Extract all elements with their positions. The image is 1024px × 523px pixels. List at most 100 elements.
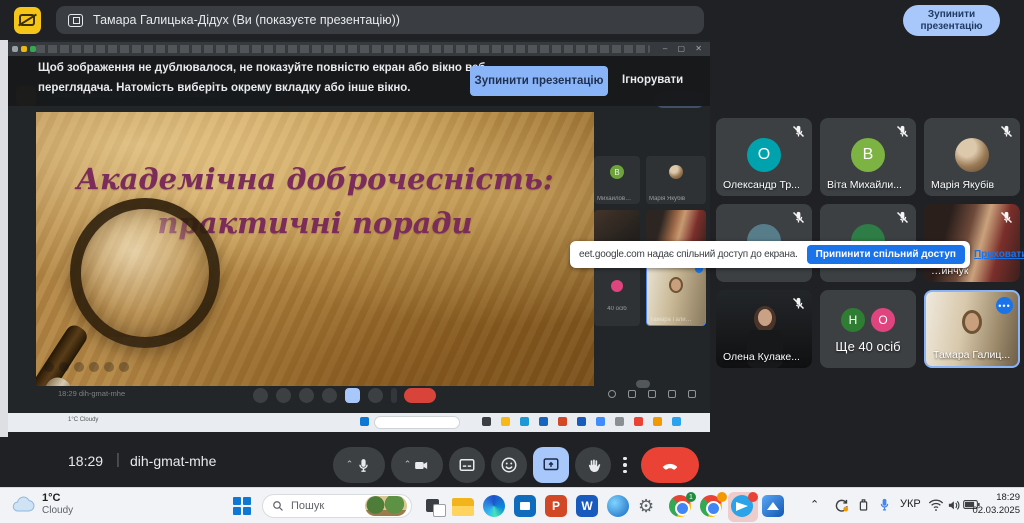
language-indicator[interactable]: УКР [900,498,921,510]
speaker-tray-icon[interactable] [947,498,962,512]
search-box[interactable]: Пошук [262,494,412,518]
stop-sharing-button[interactable]: Припинити спільний доступ [807,245,965,264]
wifi-tray-icon[interactable] [928,498,944,512]
microsoft-store-icon[interactable] [514,495,538,519]
search-highlight-image [365,496,407,516]
sync-tray-icon[interactable] [833,497,850,514]
mic-off-icon [895,210,910,225]
mirrored-more-button [391,388,397,403]
emoji-button[interactable] [491,447,527,483]
usb-tray-icon[interactable] [856,497,871,513]
mirrored-app-icon [615,417,624,426]
presentation-slide: Академічна доброчесність: практичні пора… [36,112,594,386]
camera-button[interactable]: ⌃ [391,447,443,483]
present-now-button-active[interactable] [533,447,569,483]
avatar: О [747,138,781,172]
mirrored-app-icon [501,417,510,426]
magnifier-handle [36,322,90,386]
edge-browser-icon[interactable] [483,495,507,519]
mirrored-app-icon [558,417,567,426]
mirrored-activities-icon [668,390,676,398]
shared-screen-view: – ▢ ✕ Щоб зображення не дублювалося, не … [8,40,710,432]
presenting-top-bar: Тамара Галицька-Дідух (Ви (показуєте пре… [0,0,1024,40]
maps-app-icon[interactable] [607,495,631,519]
participant-tile[interactable]: В Віта Михайли... [820,118,916,196]
mirrored-app-icon [482,417,491,426]
mic-button[interactable]: ⌃ [333,447,385,483]
stop-presentation-banner-button[interactable]: Зупинити презентацію [470,66,608,96]
chrome-icon[interactable]: 1 [669,495,693,519]
weather-widget[interactable]: 1°C Cloudy [12,492,73,516]
emoji-icon [500,456,518,474]
magnifying-glass-image [70,198,220,348]
slide-nav-controls[interactable] [44,362,129,372]
captions-button[interactable] [449,447,485,483]
mic-icon [355,457,372,474]
more-options-button[interactable] [617,447,633,483]
tray-chevron-icon[interactable]: ⌃ [810,498,819,511]
word-icon[interactable]: W [576,495,600,519]
tab-dot [12,46,18,52]
mirrored-self-tile: Тамара Гали… [646,262,706,326]
stop-presentation-button[interactable]: Зупинити презентацію [903,5,1000,36]
mirrored-browser-tabstrip: – ▢ ✕ [8,42,710,56]
mirrored-search [374,416,460,429]
cloud-icon [12,495,36,513]
avatar: В [851,138,885,172]
mic-off-icon [999,210,1014,225]
ignore-button[interactable]: Ігнорувати [622,74,683,86]
mirrored-avatar [669,165,683,179]
meet-window: Тамара Галицька-Дідух (Ви (показуєте пре… [0,0,1024,523]
mic-off-icon [791,296,806,311]
meet-control-bar: 18:29 | dih-gmat-mhe ⌃ ⌃ [0,437,1024,487]
task-view-button[interactable] [424,495,448,519]
mirrored-avatar [611,280,623,292]
file-explorer-icon[interactable] [452,495,476,519]
mic-tray-icon[interactable] [877,496,892,513]
chevron-up-icon[interactable]: ⌃ [404,459,412,470]
weather-temp: 1°C [42,492,73,505]
mirrored-app-icon [653,417,662,426]
search-icon [272,500,284,512]
mirrored-app-icon [520,417,529,426]
mirrored-app-icon [672,417,681,426]
camera-icon [413,457,430,474]
photos-icon[interactable] [762,495,786,519]
mirrored-end-call-button [404,388,436,403]
mirrored-lock-icon [688,390,696,398]
tray-clock[interactable]: 18:29 02.03.2025 [962,492,1020,518]
telegram-icon[interactable] [731,495,755,519]
share-message: eet.google.com надає спільний доступ до … [579,249,798,260]
tile-more-options-icon[interactable]: ••• [996,297,1013,314]
overflow-participants-tile[interactable]: Н О Ще 40 осіб [820,290,916,368]
presentation-warning-banner: Щоб зображення не дублювалося, не показу… [8,56,710,106]
mic-off-icon [791,124,806,139]
chrome-share-banner: eet.google.com надає спільний доступ до … [570,241,970,268]
slide-title-line1: Академічна доброчесність: [36,162,594,196]
powerpoint-icon[interactable]: P [545,495,569,519]
end-call-button[interactable] [641,447,699,483]
participant-tile[interactable]: Олена Кулаке... [716,290,812,368]
mirrored-avatar: В [610,165,624,179]
mirrored-present-button [345,388,360,403]
avatar-photo [955,138,989,172]
chevron-up-icon[interactable]: ⌃ [346,459,354,470]
mirrored-hand-button [368,388,383,403]
chrome-profile2-icon[interactable] [700,495,724,519]
hide-banner-link[interactable]: Приховати [974,249,1024,260]
participant-tile[interactable]: Марія Якубів [924,118,1020,196]
participant-name: Олена Кулаке... [723,351,800,363]
avatar-pair: Н О [820,308,916,332]
raise-hand-button[interactable] [575,447,611,483]
weather-condition: Cloudy [42,505,73,517]
start-button[interactable] [233,497,251,515]
tab-dot [30,46,36,52]
self-video-tile[interactable]: ••• Тамара Галиц... [924,290,1020,368]
participant-tile[interactable]: О Олександр Тр... [716,118,812,196]
mirrored-emoji-button [322,388,337,403]
mirrored-app-icon [596,417,605,426]
participant-name: Олександр Тр... [723,179,800,191]
presenter-pill: Тамара Галицька-Дідух (Ви (показуєте пре… [56,6,704,34]
settings-icon[interactable]: ⚙ [638,495,662,519]
mirrored-tile: В Михайлов… [594,156,640,204]
